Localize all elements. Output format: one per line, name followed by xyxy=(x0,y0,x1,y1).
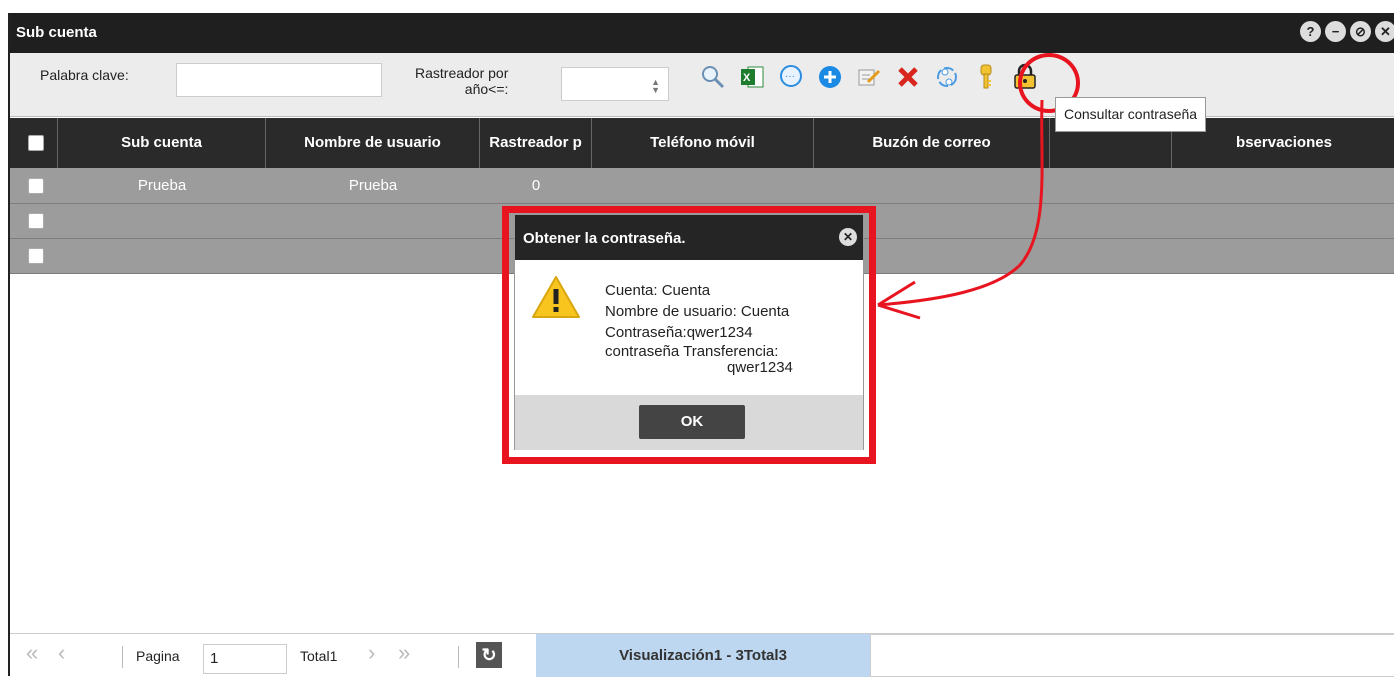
dialog-close-icon[interactable]: ✕ xyxy=(839,228,857,246)
dialog-line-account: Cuenta: Cuenta xyxy=(605,282,711,299)
warning-icon xyxy=(531,275,581,322)
ok-button[interactable]: OK xyxy=(639,405,745,439)
dialog-line-username: Nombre de usuario: Cuenta xyxy=(605,303,790,320)
dialog-line-password: Contraseña:qwer1234 xyxy=(605,324,753,341)
dialog-footer: OK xyxy=(515,395,863,450)
dialog-line-transfer-value: qwer1234 xyxy=(727,359,793,376)
dialog-message: Cuenta: Cuenta Nombre de usuario: Cuenta… xyxy=(605,280,793,375)
dialog-header: Obtener la contraseña. ✕ xyxy=(515,215,863,260)
tooltip: Consultar contraseña xyxy=(1055,97,1207,132)
dialog-title: Obtener la contraseña. xyxy=(523,230,686,247)
dialog-line-transfer-label: contraseña Transferencia: xyxy=(605,343,779,360)
password-dialog: Obtener la contraseña. ✕ Cuenta: Cuenta … xyxy=(514,214,864,450)
